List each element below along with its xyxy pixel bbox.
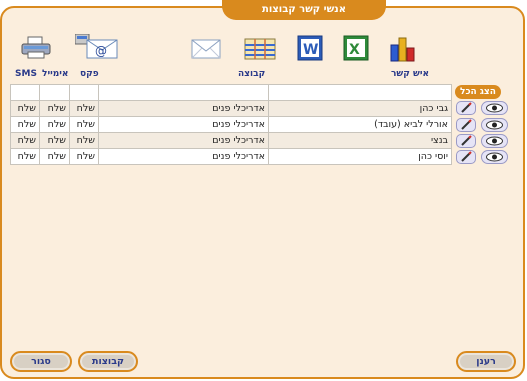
column-header-sms: SMS (15, 69, 37, 79)
table-filter-row (10, 84, 452, 101)
close-button[interactable]: סגור (10, 351, 72, 372)
contact-cell: יוסי כהן (268, 148, 452, 165)
contact-cell: גבי כהן (268, 100, 452, 117)
edit-pencil-icon[interactable] (456, 150, 476, 164)
table-row: שלח שלח שלח אדריכלי פנים בנצי (10, 132, 452, 149)
fax-send-link[interactable]: שלח (69, 148, 99, 165)
fax-send-link[interactable]: שלח (69, 116, 99, 133)
table-row: שלח שלח שלח אדריכלי פנים יוסי כהן (10, 148, 452, 165)
row-actions (456, 134, 508, 149)
chart-icon[interactable] (389, 35, 417, 66)
email-send-link[interactable]: שלח (39, 148, 70, 165)
svg-text:@: @ (95, 44, 107, 58)
window-title: אנשי קשר קבוצות (222, 0, 386, 20)
edit-pencil-icon[interactable] (456, 118, 476, 132)
groups-button[interactable]: קבוצות (78, 351, 138, 372)
row-actions (456, 150, 508, 165)
group-cell: אדריכלי פנים (98, 116, 269, 133)
filter-cell[interactable] (69, 84, 99, 101)
sms-send-link[interactable]: שלח (10, 132, 40, 149)
email-fax-icon[interactable]: @ (74, 33, 119, 63)
email-send-link[interactable]: שלח (39, 132, 70, 149)
column-header-group: קבוצה (238, 69, 266, 79)
svg-text:W: W (303, 42, 318, 58)
fax-send-link[interactable]: שלח (69, 100, 99, 117)
word-icon[interactable]: W (297, 35, 323, 64)
column-header-email: אימייל (42, 69, 69, 79)
svg-text:X: X (349, 42, 360, 58)
printer-icon[interactable] (20, 36, 52, 63)
contacts-table: שלח שלח שלח אדריכלי פנים גבי כהן שלח שלח… (10, 84, 452, 165)
filter-cell[interactable] (39, 84, 70, 101)
email-send-link[interactable]: שלח (39, 100, 70, 117)
fax-send-link[interactable]: שלח (69, 132, 99, 149)
table-row: שלח שלח שלח אדריכלי פנים גבי כהן (10, 100, 452, 117)
view-eye-icon[interactable] (481, 150, 508, 164)
filter-cell[interactable] (98, 84, 269, 101)
column-header-fax: פקס (80, 69, 99, 79)
group-cell: אדריכלי פנים (98, 100, 269, 117)
group-cell: אדריכלי פנים (98, 148, 269, 165)
table-icon[interactable] (244, 38, 276, 63)
excel-icon[interactable]: X (343, 35, 369, 64)
row-actions (456, 118, 508, 133)
view-eye-icon[interactable] (481, 134, 508, 148)
view-eye-icon[interactable] (481, 101, 508, 115)
filter-cell[interactable] (268, 84, 452, 101)
row-actions (456, 101, 508, 116)
email-send-link[interactable]: שלח (39, 116, 70, 133)
edit-pencil-icon[interactable] (456, 101, 476, 115)
show-all-button[interactable]: הצג הכל (455, 85, 501, 99)
refresh-button[interactable]: רענן (456, 351, 516, 372)
contact-cell: בנצי (268, 132, 452, 149)
contact-cell: אורלי לביא (עובד) (268, 116, 452, 133)
group-cell: אדריכלי פנים (98, 132, 269, 149)
edit-pencil-icon[interactable] (456, 134, 476, 148)
filter-cell[interactable] (10, 84, 40, 101)
column-header-contact: איש קשר (391, 69, 430, 79)
sms-send-link[interactable]: שלח (10, 100, 40, 117)
sms-send-link[interactable]: שלח (10, 148, 40, 165)
view-eye-icon[interactable] (481, 118, 508, 132)
table-row: שלח שלח שלח אדריכלי פנים אורלי לביא (עוב… (10, 116, 452, 133)
envelope-icon[interactable] (191, 39, 221, 62)
sms-send-link[interactable]: שלח (10, 116, 40, 133)
